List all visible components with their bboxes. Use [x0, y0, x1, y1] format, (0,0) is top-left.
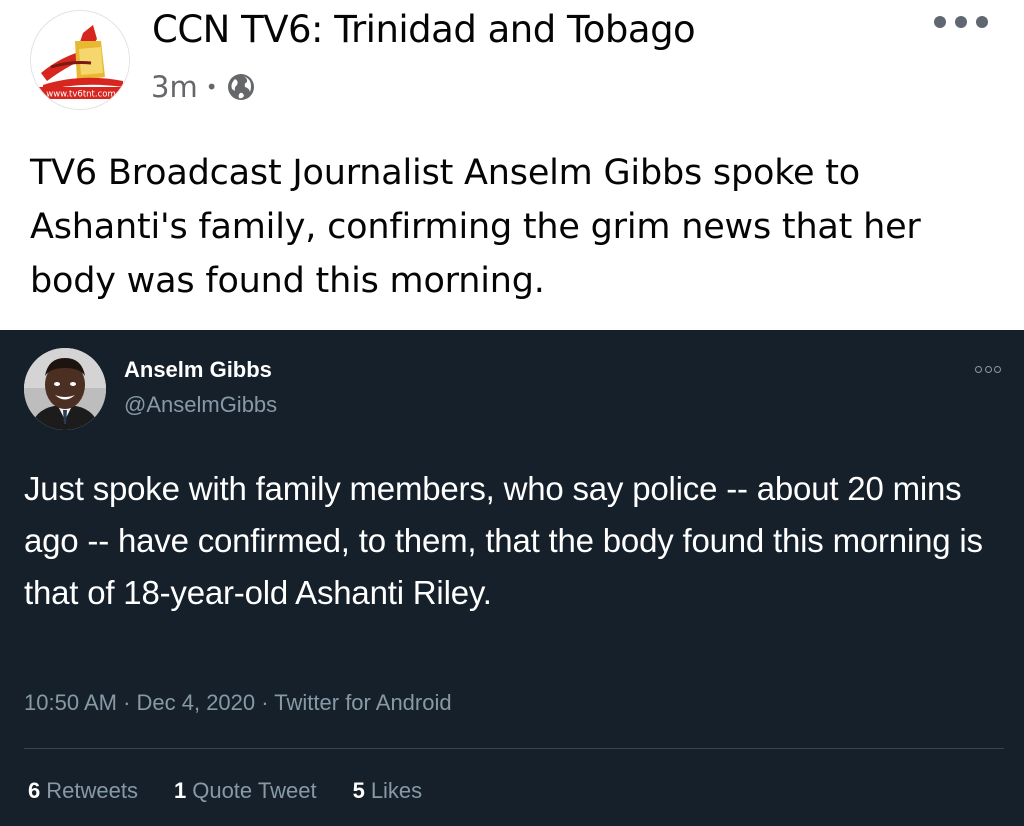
tweet-avatar[interactable] [24, 348, 106, 430]
more-dot-icon [976, 16, 988, 28]
tv6-logo-icon: www.tv6tnt.com [31, 11, 129, 109]
tweet-card: Anselm Gibbs @AnselmGibbs Just spoke wit… [0, 330, 1024, 826]
facebook-post: www.tv6tnt.com CCN TV6: Trinidad and Tob… [0, 0, 1024, 330]
more-dot-icon [934, 16, 946, 28]
quotes-label: Quote Tweet [192, 778, 317, 803]
more-dot-icon [955, 16, 967, 28]
likes-count: 5 [352, 778, 365, 803]
likes-label: Likes [370, 778, 423, 803]
post-text: TV6 Broadcast Journalist Anselm Gibbs sp… [30, 153, 921, 301]
more-options-icon[interactable] [934, 12, 988, 32]
more-dot-icon [984, 365, 992, 373]
quotes-count: 1 [173, 778, 187, 803]
tweet-timestamp[interactable]: 10:50 AM · Dec 4, 2020 · Twitter for And… [24, 690, 452, 716]
tweet-handle[interactable]: @AnselmGibbs [124, 392, 277, 418]
avatar-logo-text: www.tv6tnt.com [46, 90, 115, 100]
quote-tweets-stat[interactable]: 1 Quote Tweet [174, 778, 317, 804]
page-name[interactable]: CCN TV6: Trinidad and Tobago [152, 8, 696, 51]
tweet-more-options-icon[interactable] [975, 365, 1001, 373]
divider [24, 748, 1004, 749]
post-meta: 3m • [151, 70, 256, 104]
more-dot-icon [994, 365, 1001, 373]
globe-icon[interactable] [226, 72, 256, 102]
page-avatar[interactable]: www.tv6tnt.com [30, 10, 130, 110]
tweet-text: Just spoke with family members, who say … [24, 470, 983, 611]
likes-stat[interactable]: 5 Likes [353, 778, 423, 804]
retweets-label: Retweets [46, 778, 138, 803]
retweets-count: 6 [28, 778, 41, 803]
meta-separator: • [205, 75, 218, 99]
tweet-stats: 6 Retweets 1 Quote Tweet 5 Likes [28, 778, 458, 804]
more-dot-icon [975, 365, 982, 373]
tweet-display-name[interactable]: Anselm Gibbs [124, 357, 272, 383]
post-timestamp[interactable]: 3m [151, 70, 198, 104]
profile-photo-icon [24, 348, 106, 430]
retweets-stat[interactable]: 6 Retweets [28, 778, 138, 804]
